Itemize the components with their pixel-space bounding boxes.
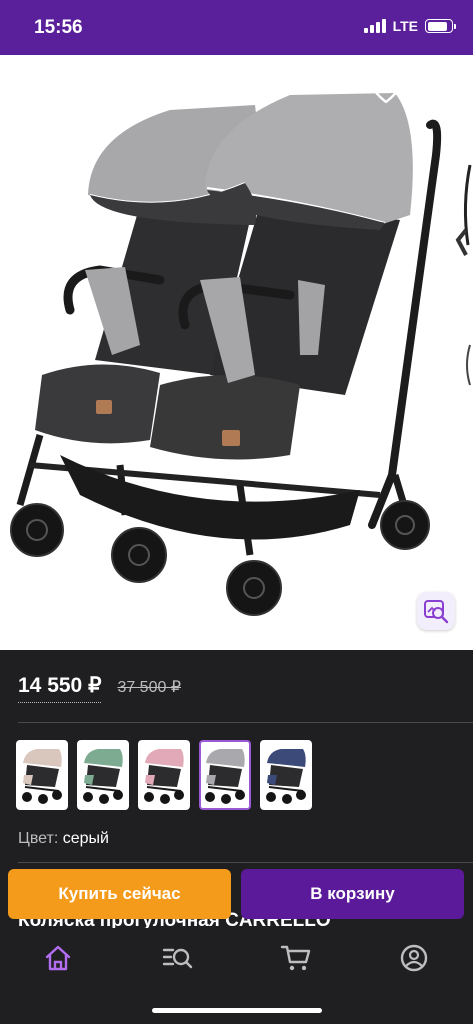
home-indicator (152, 1008, 322, 1013)
color-line: Цвет: серый (18, 830, 109, 848)
color-swatches (16, 740, 312, 810)
swatch-thumbnail (22, 749, 62, 804)
status-time: 15:56 (34, 17, 83, 38)
favorite-button[interactable] (369, 75, 403, 109)
profile-icon (400, 944, 428, 972)
status-bar: 15:56 LTE (0, 0, 473, 55)
cart-icon (280, 945, 311, 971)
back-button[interactable] (10, 75, 44, 109)
buy-now-button[interactable]: Купить сейчас (8, 869, 231, 919)
color-swatch-navy[interactable] (260, 740, 312, 810)
divider (18, 722, 473, 723)
swatch-thumbnail (205, 749, 245, 804)
divider (18, 862, 473, 863)
battery-icon (425, 19, 456, 33)
heart-outline-icon (372, 79, 400, 104)
chevron-left-icon (20, 80, 34, 104)
color-swatch-pink[interactable] (138, 740, 190, 810)
current-price[interactable]: 14 550 ₽ (18, 673, 102, 703)
share-button[interactable] (426, 75, 460, 109)
color-swatch-green[interactable] (77, 740, 129, 810)
tab-catalog[interactable] (161, 942, 193, 974)
battery-level (427, 21, 448, 31)
status-indicators: LTE (363, 18, 456, 34)
color-label: Цвет: (18, 830, 59, 847)
product-image (10, 93, 472, 616)
color-swatch-grey[interactable] (199, 740, 251, 810)
share-icon (432, 78, 454, 106)
swatch-thumbnail (83, 749, 123, 804)
image-search-icon (424, 600, 449, 624)
tab-cart[interactable] (280, 942, 312, 974)
swatch-thumbnail (266, 749, 306, 804)
home-icon (45, 945, 71, 971)
price-row: 14 550 ₽ 37 500 ₽ (18, 673, 181, 703)
visual-search-button[interactable] (417, 592, 455, 630)
network-type: LTE (392, 18, 418, 34)
add-to-cart-button[interactable]: В корзину (241, 869, 464, 919)
product-gallery[interactable] (0, 55, 473, 650)
catalog-search-icon (162, 948, 193, 969)
swatch-thumbnail (144, 749, 184, 804)
signal-icon (363, 19, 386, 33)
tab-profile[interactable] (398, 942, 430, 974)
old-price: 37 500 ₽ (117, 679, 181, 696)
tab-home[interactable] (42, 942, 74, 974)
color-value: серый (62, 830, 109, 847)
color-swatch-beige[interactable] (16, 740, 68, 810)
